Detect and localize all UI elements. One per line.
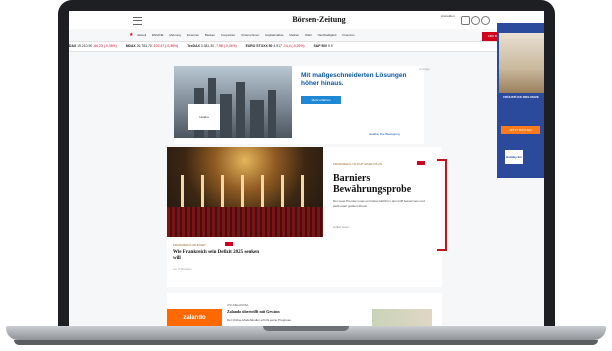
lead-read-more[interactable]: Artikel lesen [333, 225, 349, 229]
ad-brand-logo: Helaba [188, 104, 220, 130]
bottom-story[interactable]: ONLINEHANDEL zalando Zalando übertrifft … [167, 293, 442, 327]
search-icon[interactable] [471, 16, 480, 25]
laptop-frame: Börsen-Zeitung Anmelden ★ Aktuell ENGINE… [0, 0, 612, 351]
laptop-base-edge [14, 340, 598, 345]
ticker-item[interactable]: TecDAX 3.381,30 -7,98 (-0,24%) [187, 42, 237, 51]
pillar-shape [241, 175, 244, 209]
ticker-item[interactable]: S&P 500 5.9 [313, 42, 332, 51]
pillar-shape [281, 175, 284, 209]
skyscraper-cta-button[interactable]: JETZT BUCHEN [501, 126, 540, 134]
laptop-notch [263, 326, 349, 331]
premium-badge [417, 161, 425, 165]
ticker-item[interactable]: DAX 19.210,90 -66,23 (-0,35%) [69, 42, 117, 51]
ad-headline: Mit maßgeschneiderten Lösungen höher hin… [301, 72, 407, 87]
nav-item[interactable]: Unternehmen [241, 33, 259, 37]
sub-kicker: FRANKREICH BUDGET [173, 243, 206, 247]
tower-shape [250, 100, 264, 138]
skyscraper-ad[interactable]: FRÜHSTÜCK INKLUSIVE JETZT BUCHEN Holiday… [497, 23, 544, 178]
ticker-value: 19.210,90 [77, 44, 93, 48]
nav-item[interactable]: Finanzen [187, 33, 199, 37]
ticker-name: TecDAX [187, 44, 200, 48]
user-icon[interactable] [481, 16, 490, 25]
bottom-teaser: Der Online-Modehändler erhöht seine Prog… [227, 318, 292, 322]
nav-item[interactable]: Medien [289, 33, 299, 37]
tower-shape [220, 94, 232, 138]
masthead-logo[interactable]: Börsen-Zeitung [264, 15, 374, 24]
screen: Börsen-Zeitung Anmelden ★ Aktuell ENGINE… [69, 11, 544, 327]
skyscraper-breakfast-image [499, 33, 544, 93]
bottom-kicker: ONLINEHANDEL [227, 303, 249, 307]
main-nav: ★ Aktuell ENGINE Meinung Finanzen Banken… [129, 31, 474, 39]
nav-item[interactable]: Aktuell [137, 33, 146, 37]
skyscraper-text: FRÜHSTÜCK INKLUSIVE [503, 95, 539, 99]
ticker-item[interactable]: EURO STOXX 50 4.917 -14,4 (-0,29%) [246, 42, 305, 51]
lead-story[interactable]: FRANKREICH SUCHT EINEN PLAN Barniers Bew… [167, 147, 447, 287]
ticker-name: EURO STOXX 50 [245, 44, 273, 48]
parliament-seats [167, 207, 323, 237]
ticker-name: DAX [69, 44, 77, 48]
ticker-change: -14,4 (-0,29%) [282, 44, 305, 48]
pillar-shape [301, 175, 304, 209]
ticker-value: 26.783,70 [136, 44, 152, 48]
ticker-change: -102,47 (-0,38%) [152, 44, 179, 48]
skyscraper-brand-logo: Holiday Inn [505, 150, 523, 164]
bookmark-icon[interactable] [461, 16, 470, 25]
tower-shape [236, 82, 245, 138]
nav-item[interactable]: Wahl [305, 33, 312, 37]
ad-claim: Helaba. Die Bewegung. [369, 132, 401, 136]
ticker-name: S&P 500 [313, 44, 327, 48]
ticker-change: -7,98 (-0,24%) [214, 44, 237, 48]
ticker-value: 5.9 [327, 44, 333, 48]
star-icon: ★ [129, 32, 134, 38]
sub-headline[interactable]: Wie Frankreich sein Defizit 2025 senken … [173, 250, 268, 262]
nav-item[interactable]: Konjunktur [221, 33, 235, 37]
bottom-headline[interactable]: Zalando übertrifft mit Gewinn [227, 309, 280, 314]
pillar-shape [261, 175, 264, 209]
lead-kicker: FRANKREICH SUCHT EINEN PLAN [333, 162, 383, 166]
login-link[interactable]: Anmelden [441, 14, 455, 18]
lead-teaser: Der neue Premier muss ein hohes Defizit … [333, 199, 425, 208]
ticker-name: MDAX [125, 44, 136, 48]
zalando-image: zalando [167, 309, 222, 327]
ticker-value: 4.917 [273, 44, 282, 48]
market-ticker: DAX 19.210,90 -66,23 (-0,35%) MDAX 26.78… [69, 41, 544, 52]
nav-item[interactable]: Meinung [169, 33, 181, 37]
ad-cta-button[interactable]: Mehr erfahren [301, 96, 341, 104]
nav-item[interactable]: Kapitalmärkte [265, 33, 283, 37]
nav-item[interactable]: Nachhaltigkeit [318, 33, 337, 37]
nav-item[interactable]: Finanzen [342, 33, 354, 37]
lead-headline[interactable]: Barniers Bewährungsprobe [333, 173, 433, 195]
ad-label: Anzeige [419, 67, 430, 71]
pillar-shape [221, 175, 224, 209]
accent-bracket [437, 159, 447, 251]
parliament-image [167, 147, 323, 237]
ticker-item[interactable]: MDAX 26.783,70 -102,47 (-0,38%) [126, 42, 178, 51]
sub-premium-badge [225, 242, 233, 246]
nav-item[interactable]: ENGINE [152, 33, 164, 37]
banner-ad[interactable]: Helaba Anzeige Mit maßgeschneiderten Lös… [174, 66, 430, 144]
nav-item[interactable]: Banken [205, 33, 215, 37]
tower-shape [268, 90, 276, 138]
ticker-value: 3.381,30 [200, 44, 214, 48]
sub-meta: vor 2 Stunden [173, 267, 192, 271]
ticker-change: -66,23 (-0,35%) [93, 44, 117, 48]
bottom-side-image [372, 309, 432, 327]
pillar-shape [201, 175, 204, 209]
menu-icon[interactable] [133, 17, 142, 25]
pillar-shape [181, 175, 184, 209]
ad-skyline-image: Helaba [174, 66, 292, 138]
top-bar: Börsen-Zeitung Anmelden [69, 11, 544, 29]
